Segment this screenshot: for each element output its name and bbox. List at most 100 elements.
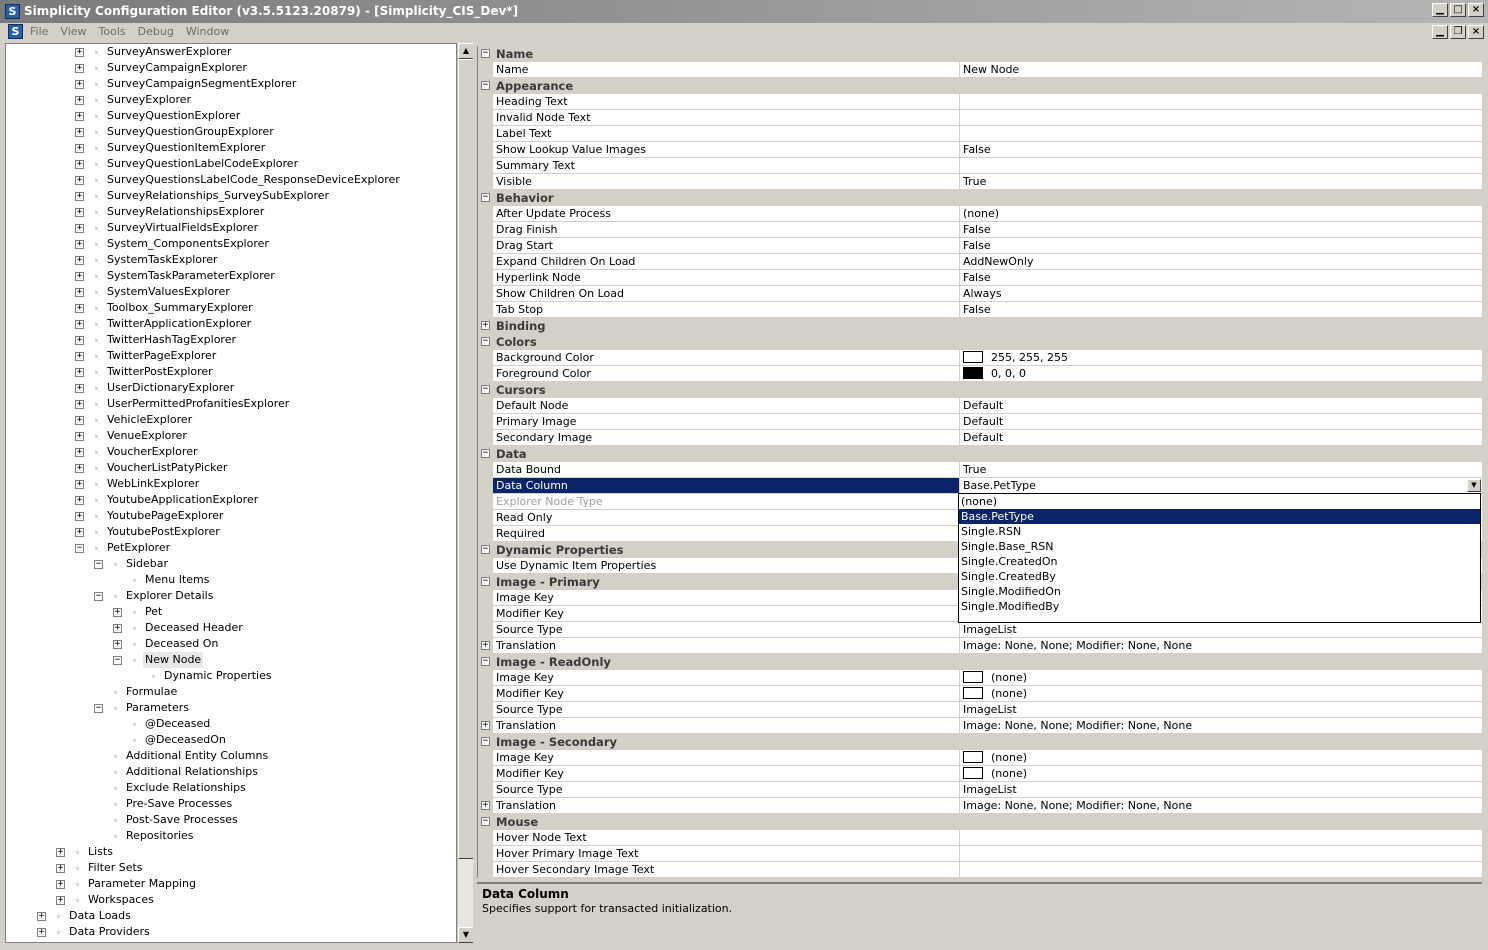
property-name[interactable]: Name (493, 62, 960, 78)
tree-node[interactable]: + VoucherListPatyPicker (6, 460, 456, 476)
property-row[interactable]: Default Node Default (478, 398, 1482, 414)
property-row[interactable]: + Translation Image: None, None; Modifier:… (478, 718, 1482, 734)
tree-node-label[interactable]: UserPermittedProfanitiesExplorer (105, 396, 291, 412)
property-row[interactable]: Tab Stop False (478, 302, 1482, 318)
property-name[interactable]: Image Key (493, 670, 960, 686)
collapse-icon[interactable]: − (94, 592, 103, 601)
child-minimize-button[interactable]: ▁ (1432, 25, 1448, 39)
menu-file[interactable]: File (30, 25, 48, 38)
property-name[interactable]: After Update Process (493, 206, 960, 222)
expand-icon[interactable]: + (113, 640, 122, 649)
property-value[interactable]: Base.PetType ▼ (960, 478, 1482, 494)
tree-node-label[interactable]: Exclude Relationships (124, 780, 248, 796)
collapse-icon[interactable]: − (113, 656, 122, 665)
tree-node-label[interactable]: YoutubeApplicationExplorer (105, 492, 260, 508)
property-name[interactable]: Foreground Color (493, 366, 960, 382)
tree-node[interactable]: + Deceased Header (6, 620, 456, 636)
category-row[interactable]: − Name (478, 46, 1482, 62)
property-row[interactable]: Hover Node Text (478, 830, 1482, 846)
expand-icon[interactable]: + (75, 512, 84, 521)
property-name[interactable]: Invalid Node Text (493, 110, 960, 126)
tree-node[interactable]: Pre-Save Processes (6, 796, 456, 812)
expand-icon[interactable]: + (75, 208, 84, 217)
property-name[interactable]: Use Dynamic Item Properties (493, 558, 960, 574)
property-row[interactable]: Hover Secondary Image Text (478, 862, 1482, 878)
expand-icon[interactable]: + (75, 192, 84, 201)
tree-node[interactable]: + Parameter Mapping (6, 876, 456, 892)
property-value[interactable]: Image: None, None; Modifier: None, None (960, 718, 1482, 734)
tree-node[interactable]: − Sidebar (6, 556, 456, 572)
property-name[interactable]: Modifier Key (493, 686, 960, 702)
category-row[interactable]: − Behavior (478, 190, 1482, 206)
property-value[interactable]: (none) (960, 670, 1482, 686)
property-name[interactable]: Translation (493, 798, 960, 814)
property-value[interactable]: (none) (960, 206, 1482, 222)
expand-icon[interactable]: + (75, 384, 84, 393)
property-name[interactable]: Tab Stop (493, 302, 960, 318)
collapse-icon[interactable]: − (481, 657, 490, 666)
category-row[interactable]: + Binding (478, 318, 1482, 334)
property-value[interactable]: ImageList (960, 622, 1482, 638)
property-value[interactable]: False (960, 302, 1482, 318)
tree-node[interactable]: Exclude Relationships (6, 780, 456, 796)
expand-icon[interactable]: + (75, 528, 84, 537)
tree-node[interactable]: + YoutubePageExplorer (6, 508, 456, 524)
scroll-thumb[interactable] (458, 59, 474, 859)
tree-node-label[interactable]: Parameters (124, 700, 191, 716)
collapse-icon[interactable]: − (481, 385, 490, 394)
property-row[interactable]: Source Type ImageList (478, 782, 1482, 798)
tree-node[interactable]: + TwitterPostExplorer (6, 364, 456, 380)
tree-node[interactable]: + VenueExplorer (6, 428, 456, 444)
collapse-icon[interactable]: − (481, 49, 490, 58)
expand-icon[interactable]: + (56, 880, 65, 889)
property-value[interactable]: ImageList (960, 782, 1482, 798)
property-row[interactable]: Image Key (none) (478, 750, 1482, 766)
property-value[interactable]: Default (960, 430, 1482, 446)
tree-node-label[interactable]: SystemValuesExplorer (105, 284, 232, 300)
tree-node-label[interactable]: Data Loads (67, 908, 133, 924)
tree-node[interactable]: Repositories (6, 828, 456, 844)
property-name[interactable]: Expand Children On Load (493, 254, 960, 270)
property-value[interactable]: New Node (960, 62, 1482, 78)
expand-icon[interactable]: + (75, 128, 84, 137)
property-row[interactable]: Show Lookup Value Images False (478, 142, 1482, 158)
dropdown-option[interactable]: Single.ModifiedBy (959, 599, 1480, 614)
tree-node-label[interactable]: SurveyCampaignExplorer (105, 60, 249, 76)
expand-icon[interactable]: + (75, 64, 84, 73)
property-name[interactable]: Read Only (493, 510, 960, 526)
tree-node-label[interactable]: Additional Relationships (124, 764, 260, 780)
tree-node[interactable]: Post-Save Processes (6, 812, 456, 828)
property-value[interactable]: True (960, 462, 1482, 478)
property-value[interactable]: Always (960, 286, 1482, 302)
property-row[interactable]: Visible True (478, 174, 1482, 190)
property-name[interactable]: Hover Secondary Image Text (493, 862, 960, 878)
tree-node[interactable]: + Toolbox_SummaryExplorer (6, 300, 456, 316)
tree-node[interactable]: + VehicleExplorer (6, 412, 456, 428)
property-row[interactable]: Source Type ImageList (478, 622, 1482, 638)
tree-node-label[interactable]: SurveyQuestionsLabelCode_ResponseDeviceE… (105, 172, 402, 188)
expand-icon[interactable]: + (37, 912, 46, 921)
category-row[interactable]: − Image - ReadOnly (478, 654, 1482, 670)
tree-node[interactable]: + SurveyVirtualFieldsExplorer (6, 220, 456, 236)
data-column-dropdown-list[interactable]: (none) Base.PetType Single.RSN Single.Base_… (958, 493, 1481, 623)
property-value[interactable]: Default (960, 414, 1482, 430)
tree-node-label[interactable]: Parameter Mapping (86, 876, 198, 892)
tree-node-label[interactable]: Additional Entity Columns (124, 748, 270, 764)
menu-debug[interactable]: Debug (138, 25, 174, 38)
tree-node[interactable]: + SystemTaskParameterExplorer (6, 268, 456, 284)
collapse-icon[interactable]: − (481, 449, 490, 458)
tree-node-label[interactable]: Post-Save Processes (124, 812, 240, 828)
expand-icon[interactable]: + (75, 496, 84, 505)
tree-node-label[interactable]: SystemTaskExplorer (105, 252, 220, 268)
category-row[interactable]: − Mouse (478, 814, 1482, 830)
tree-node[interactable]: + SurveyQuestionExplorer (6, 108, 456, 124)
tree-node[interactable]: + Workspaces (6, 892, 456, 908)
tree-node[interactable]: Additional Relationships (6, 764, 456, 780)
child-close-button[interactable]: × (1468, 25, 1484, 39)
expand-icon[interactable]: + (481, 321, 490, 330)
property-row[interactable]: Background Color 255, 255, 255 (478, 350, 1482, 366)
tree-node-label[interactable]: SurveyQuestionGroupExplorer (105, 124, 276, 140)
property-name[interactable]: Modifier Key (493, 766, 960, 782)
property-name[interactable]: Background Color (493, 350, 960, 366)
tree-node[interactable]: + SurveyRelationships_SurveySubExplorer (6, 188, 456, 204)
